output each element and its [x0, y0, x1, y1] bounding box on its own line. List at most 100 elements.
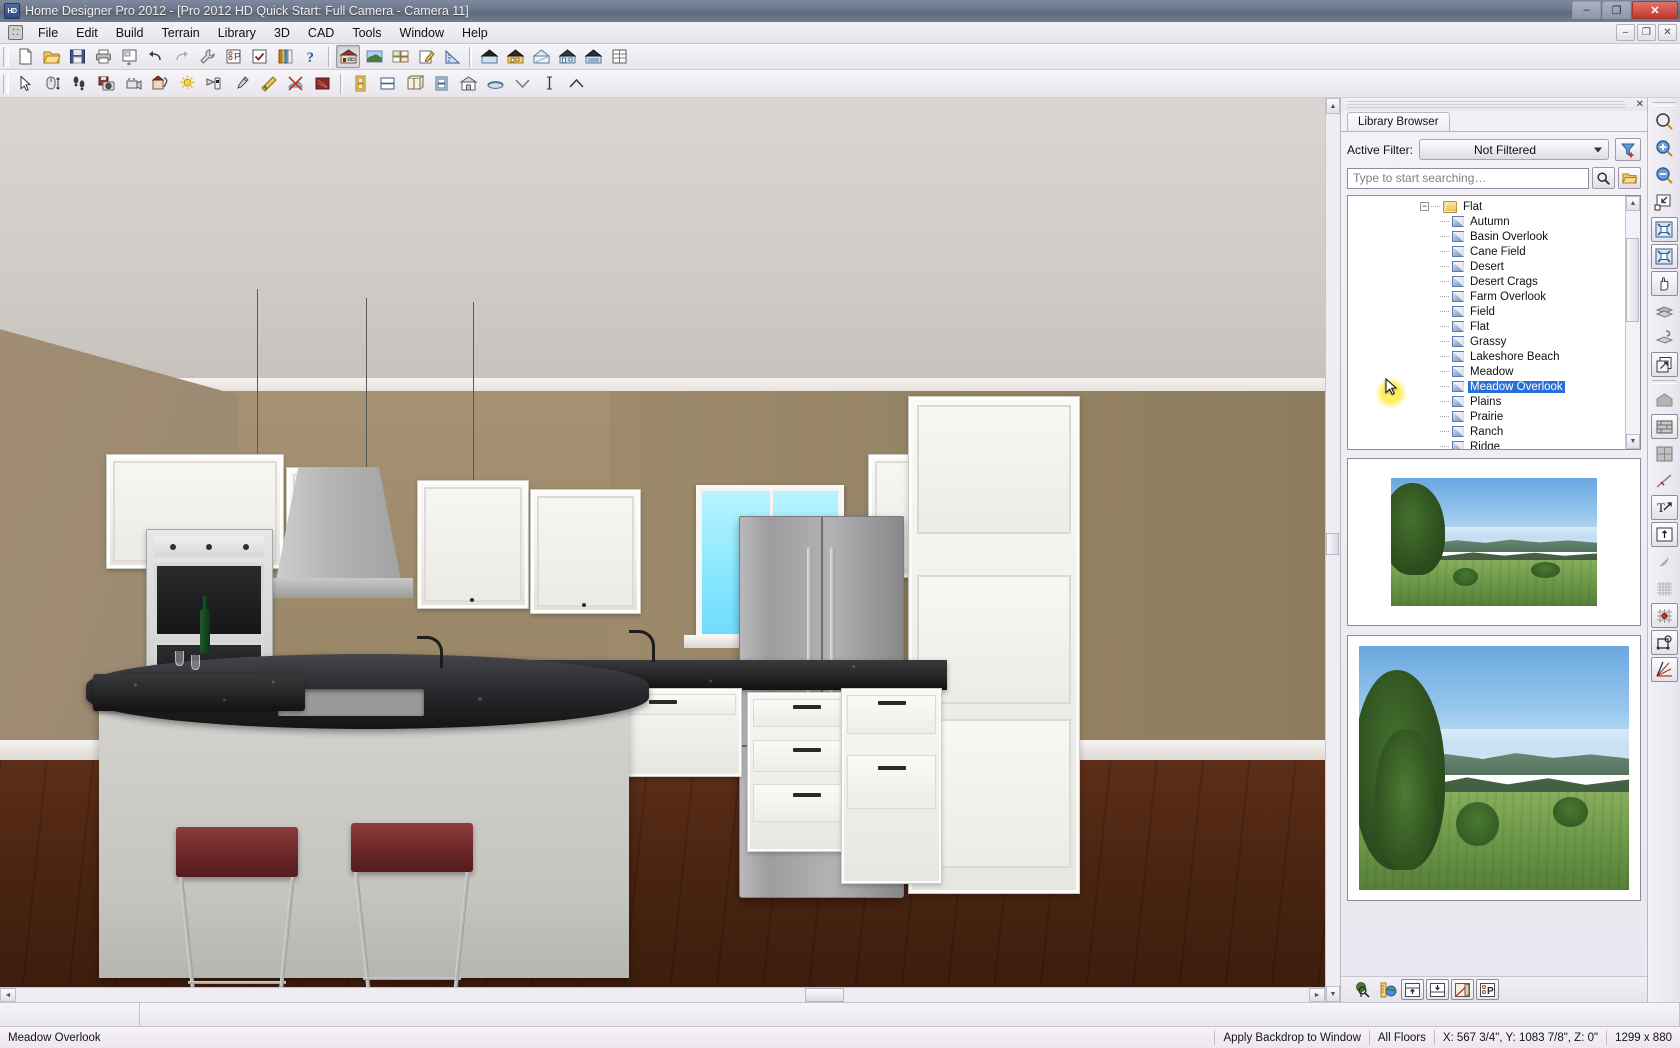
doll-house-view-icon[interactable]: [555, 45, 579, 68]
document-icon[interactable]: ⛶: [8, 25, 23, 40]
material-list-icon[interactable]: [388, 45, 412, 68]
scroll-right-button[interactable]: ►: [1309, 988, 1325, 1002]
save-camera-icon[interactable]: [94, 71, 119, 96]
panel-drag-lines[interactable]: [1347, 101, 1625, 108]
search-icon[interactable]: [1592, 167, 1615, 189]
undo-icon[interactable]: [143, 45, 167, 68]
floor-plan-view-icon[interactable]: [336, 45, 360, 68]
menu-help[interactable]: Help: [453, 23, 497, 43]
zoom-in-icon[interactable]: [1651, 136, 1678, 161]
rtoolbar-grip[interactable]: [1652, 102, 1676, 106]
tab-library-browser[interactable]: Library Browser: [1347, 112, 1450, 131]
tree-item-field[interactable]: Field: [1348, 304, 1625, 319]
tree-item-grassy[interactable]: Grassy: [1348, 334, 1625, 349]
tree-item-meadow[interactable]: Meadow: [1348, 364, 1625, 379]
help-icon[interactable]: ?: [299, 45, 323, 68]
object-snaps-icon[interactable]: [1651, 630, 1678, 655]
grid-icon[interactable]: [1651, 576, 1678, 601]
framing-overview-icon[interactable]: [581, 45, 605, 68]
tree-item-flat[interactable]: Flat: [1348, 319, 1625, 334]
horizontal-scroll-track[interactable]: [16, 988, 1309, 1002]
library-measure-icon[interactable]: [1376, 979, 1399, 1000]
text-tool-icon[interactable]: T: [1651, 495, 1678, 520]
ruler-icon[interactable]: [440, 45, 464, 68]
eyedropper-icon[interactable]: [229, 71, 254, 96]
library-tree-content[interactable]: − Flat Autumn B: [1348, 196, 1625, 449]
tree-scroll-thumb[interactable]: [1626, 238, 1639, 323]
library-tree-scrollbar[interactable]: ▲ ▼: [1625, 196, 1640, 449]
scroll-left-button[interactable]: ◄: [0, 988, 16, 1002]
rendering-techniques-icon[interactable]: [148, 71, 173, 96]
vertical-scroll-thumb[interactable]: [1326, 533, 1339, 555]
library-search-icon[interactable]: [1351, 979, 1374, 1000]
zoom-out-icon[interactable]: [1651, 163, 1678, 188]
tree-item-plains[interactable]: Plains: [1348, 394, 1625, 409]
tree-item-ranch[interactable]: Ranch: [1348, 424, 1625, 439]
redo-icon[interactable]: [169, 45, 193, 68]
menu-terrain[interactable]: Terrain: [153, 23, 209, 43]
attic-walls-icon[interactable]: [1651, 387, 1678, 412]
tree-item-autumn[interactable]: Autumn: [1348, 214, 1625, 229]
chevron-up-icon[interactable]: [564, 71, 589, 96]
adjust-camera-icon[interactable]: [121, 71, 146, 96]
material-painter-icon[interactable]: [256, 71, 281, 96]
fill-window-building-icon[interactable]: [1651, 217, 1678, 242]
tree-scroll-up-button[interactable]: ▲: [1626, 196, 1640, 211]
panel-bottom-icon[interactable]: [1426, 979, 1449, 1000]
open-plan-icon[interactable]: [39, 45, 63, 68]
leader-line-icon[interactable]: [1651, 522, 1678, 547]
wall-tool-icon[interactable]: [1651, 414, 1678, 439]
menu-edit[interactable]: Edit: [67, 23, 107, 43]
chevron-down-icon[interactable]: [510, 71, 535, 96]
tree-item-lakeshore-beach[interactable]: Lakeshore Beach: [1348, 349, 1625, 364]
search-input[interactable]: Type to start searching…: [1347, 168, 1589, 189]
panel-top-icon[interactable]: [1401, 979, 1424, 1000]
glass-house-icon[interactable]: [529, 45, 553, 68]
full-camera-icon[interactable]: [477, 45, 501, 68]
reference-display-icon[interactable]: [1651, 352, 1678, 377]
filter-add-icon[interactable]: [1615, 138, 1641, 161]
backdrop-icon[interactable]: [310, 71, 335, 96]
menu-cad[interactable]: CAD: [299, 23, 343, 43]
menu-file[interactable]: File: [29, 23, 67, 43]
vertical-scroll-track[interactable]: [1326, 114, 1340, 986]
adjust-sunlight-icon[interactable]: [175, 71, 200, 96]
select-objects-icon[interactable]: [13, 71, 38, 96]
menu-window[interactable]: Window: [391, 23, 453, 43]
library-browser-icon[interactable]: [273, 45, 297, 68]
horizontal-scrollbar[interactable]: ◄ ►: [0, 987, 1325, 1002]
doors-icon[interactable]: [348, 71, 373, 96]
preferences-icon[interactable]: [195, 45, 219, 68]
walkthrough-icon[interactable]: [67, 71, 92, 96]
menu-tools[interactable]: Tools: [343, 23, 390, 43]
mdi-restore-button[interactable]: ❐: [1637, 24, 1656, 41]
tree-item-basin-overlook[interactable]: Basin Overlook: [1348, 229, 1625, 244]
scroll-down-button[interactable]: ▼: [1326, 986, 1340, 1002]
cabinets-icon[interactable]: [402, 71, 427, 96]
tree-item-cane-field[interactable]: Cane Field: [1348, 244, 1625, 259]
edit-toolbar-cell-2[interactable]: [140, 1003, 1680, 1026]
library-tree[interactable]: − Flat Autumn B: [1347, 195, 1641, 450]
down-one-floor-icon[interactable]: [1651, 325, 1678, 350]
horizontal-scroll-thumb[interactable]: [805, 988, 844, 1002]
zoom-extents-icon[interactable]: [1651, 244, 1678, 269]
terrain-icon[interactable]: [483, 71, 508, 96]
toolbar-grip[interactable]: [3, 47, 9, 67]
panel-3d-preview-icon[interactable]: [1451, 979, 1474, 1000]
new-plan-icon[interactable]: [13, 45, 37, 68]
mdi-minimize-button[interactable]: –: [1616, 24, 1635, 41]
print-preview-icon[interactable]: [117, 45, 141, 68]
minimize-button[interactable]: –: [1572, 1, 1601, 19]
zoom-window-icon[interactable]: [1651, 109, 1678, 134]
tree-item-farm-overlook[interactable]: Farm Overlook: [1348, 289, 1625, 304]
dimension-icon[interactable]: [537, 71, 562, 96]
active-filter-select[interactable]: Not Filtered: [1419, 139, 1609, 160]
backdrop-off-icon[interactable]: [283, 71, 308, 96]
up-one-floor-icon[interactable]: [1651, 298, 1678, 323]
tree-item-meadow-overlook[interactable]: Meadow Overlook: [1348, 379, 1625, 394]
sound-icon[interactable]: [1651, 549, 1678, 574]
plan-defaults-icon[interactable]: P: [1476, 979, 1499, 1000]
mouse-orbit-icon[interactable]: [40, 71, 65, 96]
mdi-close-button[interactable]: ✕: [1658, 24, 1677, 41]
edit-area-icon[interactable]: [414, 45, 438, 68]
